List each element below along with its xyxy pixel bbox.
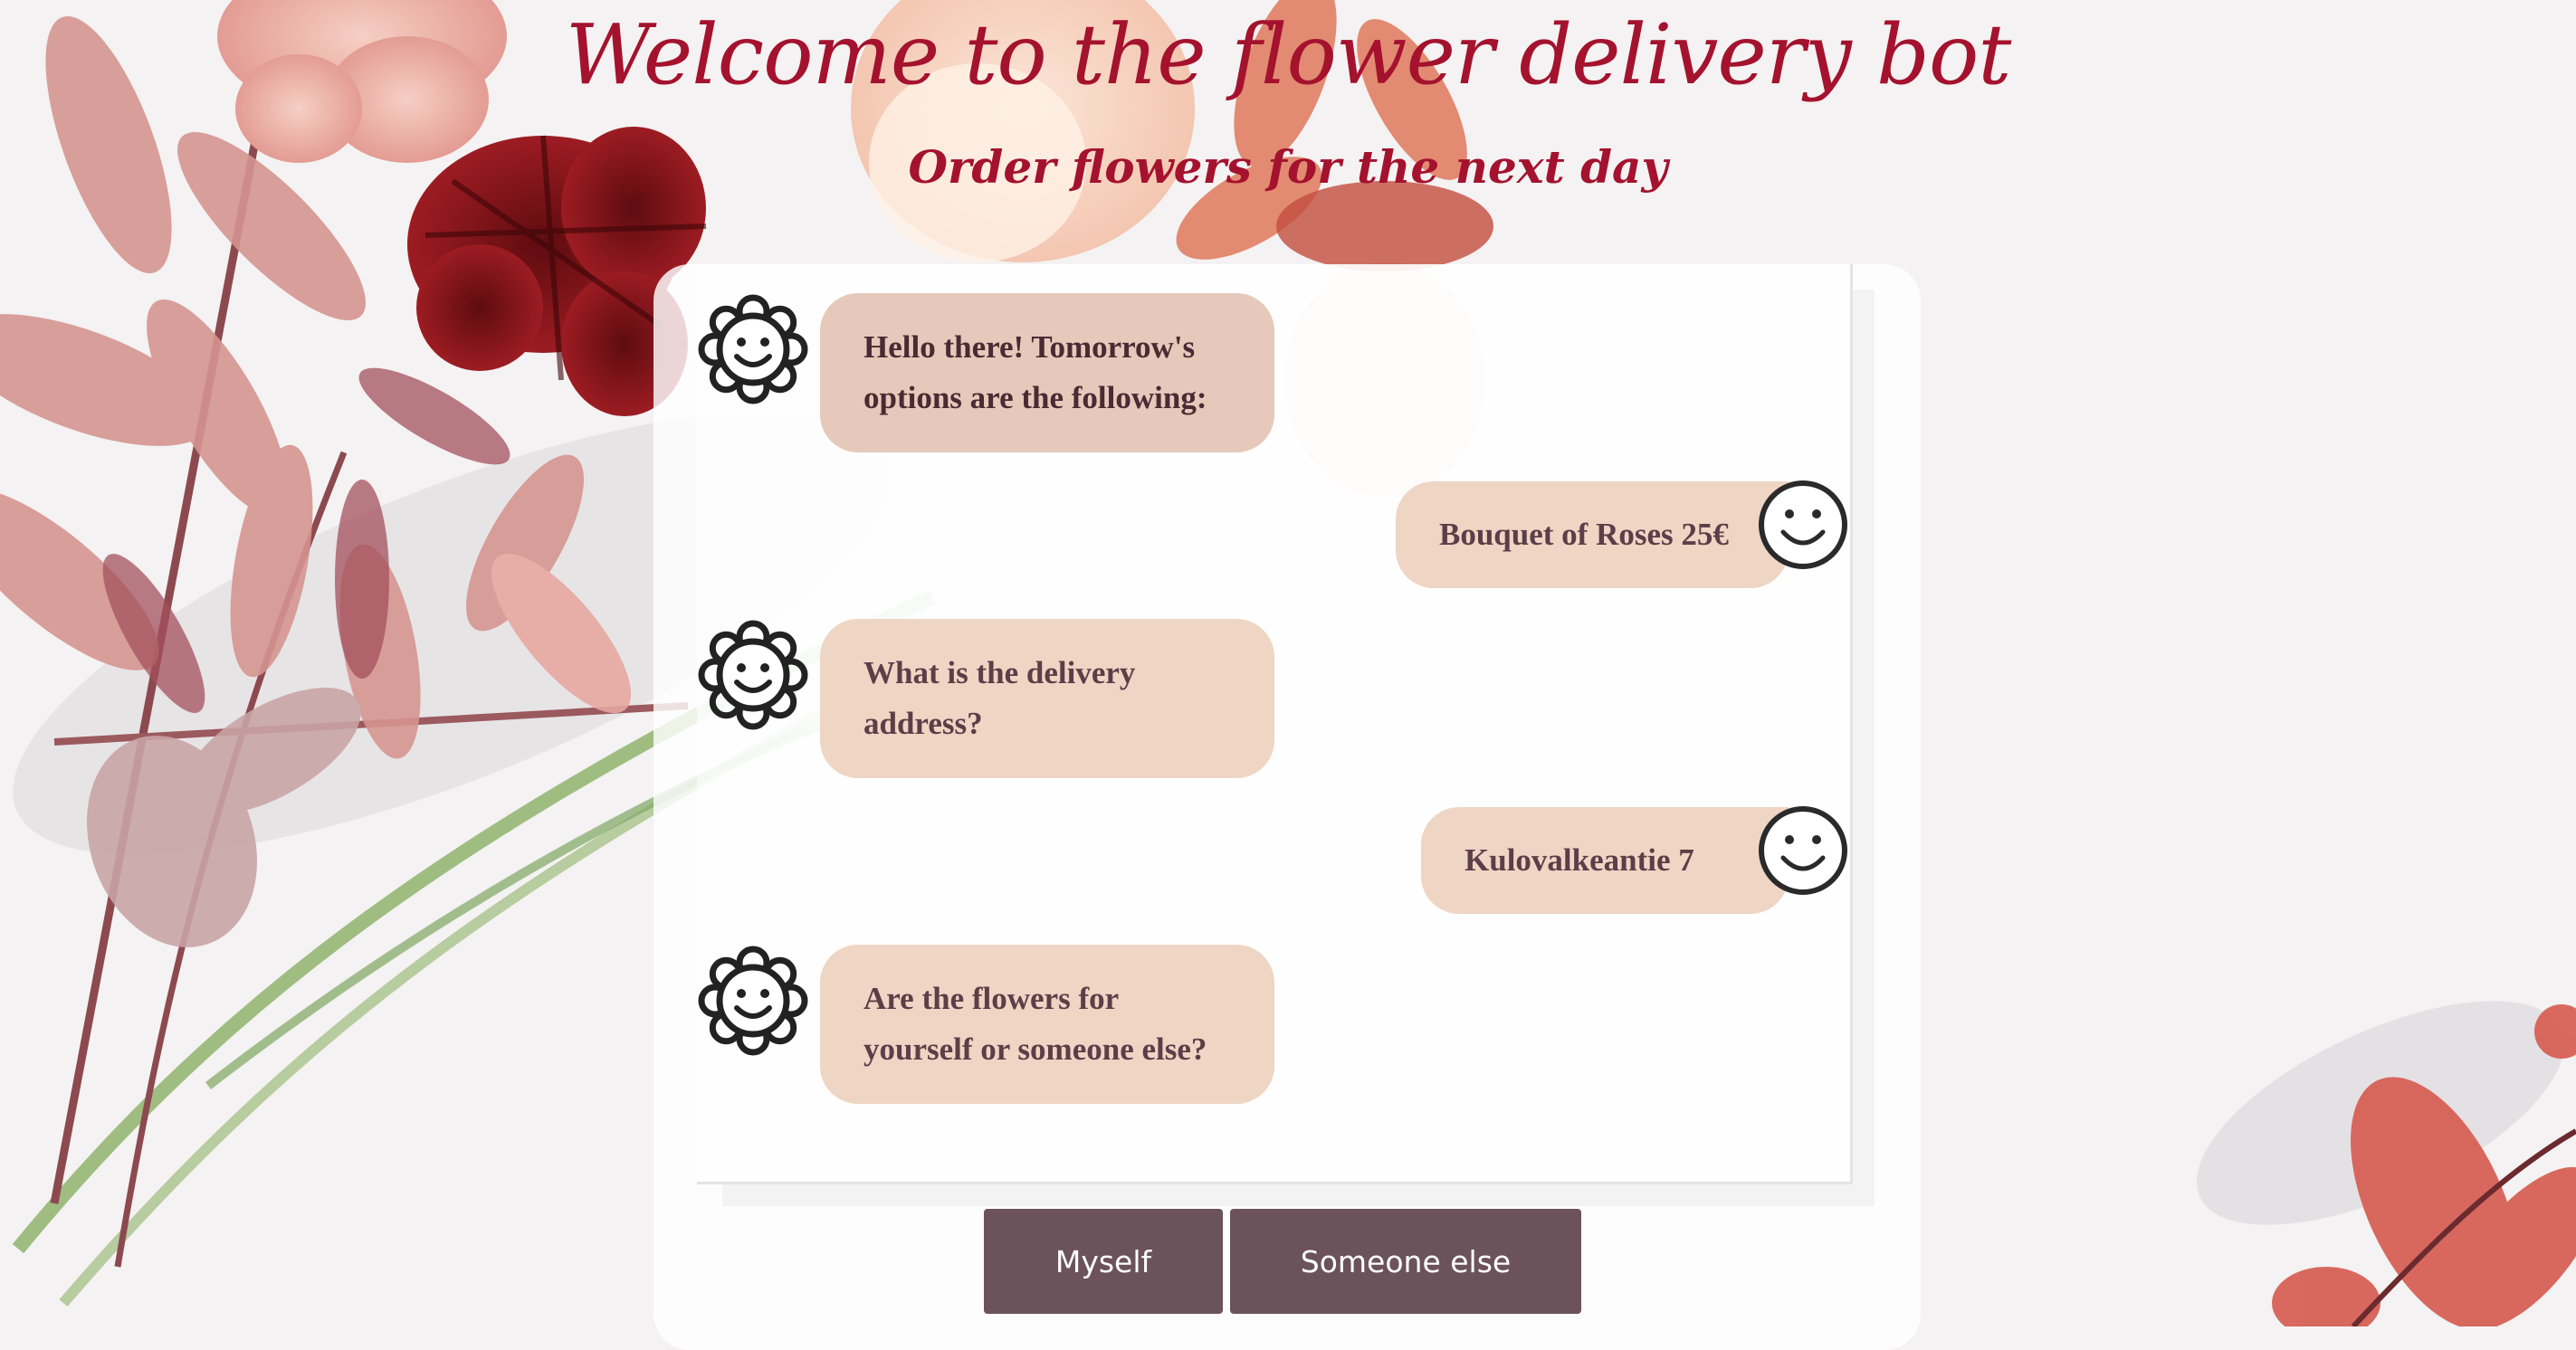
- bot-message: What is the delivery address?: [820, 619, 1274, 778]
- chat-log[interactable]: Hello there! Tomorrow's options are the …: [697, 264, 1853, 1184]
- user-message: Kulovalkeantie 7: [1421, 807, 1789, 914]
- bot-message: Are the flowers for yourself or someone …: [820, 945, 1274, 1104]
- flower-smiley-icon: [698, 620, 808, 730]
- myself-button[interactable]: Myself: [984, 1209, 1223, 1314]
- smiley-face-icon: [1759, 480, 1847, 569]
- user-avatar: [1756, 478, 1850, 572]
- smiley-face-icon: [1759, 806, 1847, 895]
- user-avatar: [1756, 803, 1850, 898]
- bot-avatar: [697, 619, 809, 731]
- page-subtitle: Order flowers for the next day: [908, 140, 1668, 194]
- bot-message: Hello there! Tomorrow's options are the …: [820, 293, 1274, 452]
- flower-smiley-icon: [698, 294, 808, 404]
- user-message: Bouquet of Roses 25€: [1396, 481, 1789, 588]
- bot-avatar: [697, 945, 809, 1057]
- someone-else-button[interactable]: Someone else: [1230, 1209, 1581, 1314]
- bot-avatar: [697, 293, 809, 405]
- page-title: Welcome to the flower delivery bot: [565, 6, 2012, 103]
- flower-smiley-icon: [698, 946, 808, 1056]
